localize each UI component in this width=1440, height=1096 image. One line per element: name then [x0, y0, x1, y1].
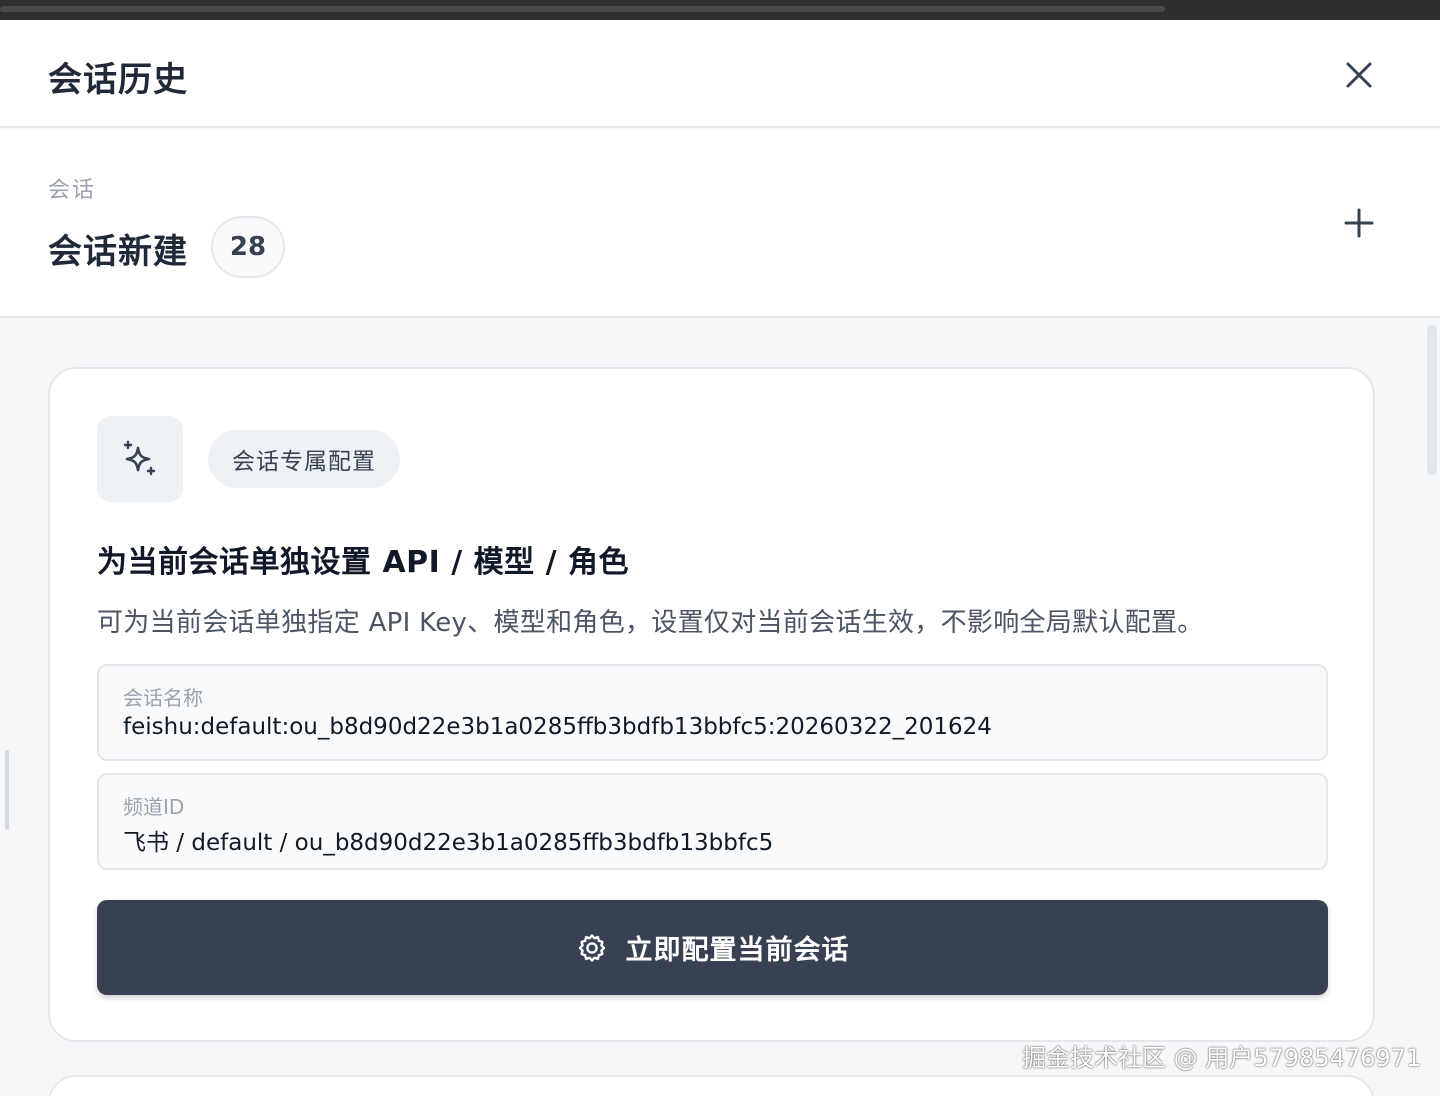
- session-selector: 会话 会话新建 28: [0, 130, 1440, 318]
- close-icon: [1346, 62, 1372, 88]
- top-bar-edge: [0, 6, 1165, 12]
- session-name-field: 会话名称 feishu:default:ou_b8d90d22e3b1a0285…: [97, 664, 1328, 761]
- configure-session-label: 立即配置当前会话: [625, 935, 850, 966]
- session-config-tag: 会话专属配置: [208, 430, 400, 488]
- watermark: 掘金技术社区 @ 用户57985476971: [1022, 1044, 1422, 1072]
- session-history-panel: 会话历史 会话 会话新建 28 会话专属配置 为当前会话单独设置 API / 模…: [0, 20, 1440, 1096]
- channel-id-field: 频道ID 飞书 / default / ou_b8d90d22e3b1a0285…: [97, 773, 1328, 870]
- session-name: 会话新建: [48, 232, 188, 272]
- scrollbar-thumb[interactable]: [1427, 325, 1437, 475]
- next-card: [48, 1075, 1375, 1096]
- new-session-button[interactable]: [1336, 200, 1382, 246]
- card-heading: 为当前会话单独设置 API / 模型 / 角色: [97, 545, 630, 580]
- session-content-scroll[interactable]: 会话专属配置 为当前会话单独设置 API / 模型 / 角色 可为当前会话单独指…: [0, 320, 1440, 1096]
- session-section-label: 会话: [48, 178, 97, 203]
- close-button[interactable]: [1336, 52, 1382, 98]
- plus-icon: [1344, 208, 1374, 238]
- panel-header: 会话历史: [0, 20, 1440, 128]
- page-title: 会话历史: [48, 60, 188, 100]
- configure-session-button[interactable]: 立即配置当前会话: [97, 900, 1328, 995]
- window-top-bar: [0, 0, 1440, 20]
- session-count-badge: 28: [211, 216, 285, 278]
- resize-handle[interactable]: [5, 750, 9, 830]
- gear-icon: [578, 933, 605, 962]
- card-description: 可为当前会话单独指定 API Key、模型和角色，设置仅对当前会话生效，不影响全…: [97, 608, 1204, 638]
- channel-id-label: 频道ID: [123, 795, 185, 819]
- session-config-card: 会话专属配置 为当前会话单独设置 API / 模型 / 角色 可为当前会话单独指…: [48, 367, 1375, 1042]
- session-name-value: feishu:default:ou_b8d90d22e3b1a0285ffb3b…: [123, 714, 992, 740]
- session-name-label: 会话名称: [123, 686, 203, 710]
- sparkles-icon-box: [97, 416, 183, 502]
- sparkles-icon: [123, 440, 156, 476]
- channel-id-value: 飞书 / default / ou_b8d90d22e3b1a0285ffb3b…: [123, 830, 774, 856]
